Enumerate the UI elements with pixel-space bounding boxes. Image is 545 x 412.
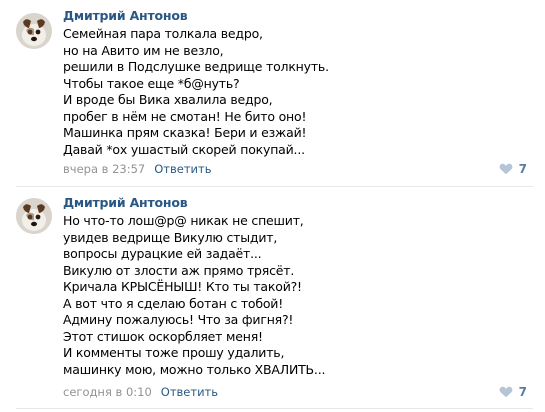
comment-line: машинку мою, можно только ХВАЛИТЬ... bbox=[63, 361, 326, 377]
comment-line: пробег в нём не смотан! Не бито оно! bbox=[63, 108, 307, 124]
avatar-dog-icon bbox=[16, 13, 52, 49]
comment-author[interactable]: Дмитрий Антонов bbox=[63, 195, 188, 210]
comment-line: но на Авито им не везло, bbox=[63, 42, 224, 58]
comment-text: Но что-то лош@р@ никак не спешит, увидев… bbox=[63, 213, 325, 378]
reply-button[interactable]: Ответить bbox=[154, 162, 211, 176]
comment-line: И комменты тоже прошу удалить, bbox=[63, 345, 285, 360]
heart-icon bbox=[499, 163, 513, 175]
comment-line: Машинка прям сказка! Бери и езжай! bbox=[63, 125, 307, 140]
like-button[interactable]: 7 bbox=[499, 385, 527, 399]
comment-line: вопросы дурацкие ей задаёт... bbox=[63, 246, 262, 261]
comment-line: Викулю от злости аж прямо трясёт. bbox=[63, 262, 295, 278]
comment-line: Но что-то лош@р@ никак не спешит, bbox=[63, 213, 304, 228]
comment-line: Этот стишок оскорбляет меня! bbox=[63, 328, 263, 344]
comment-line: Семейная пара толкала ведро, bbox=[63, 26, 263, 41]
comment-line: И вроде бы Вика хвалила ведро, bbox=[63, 92, 273, 107]
comment-line: решили в Подслушке ведрище толкнуть. bbox=[63, 59, 329, 74]
reply-button[interactable]: Ответить bbox=[161, 385, 218, 399]
comment-line: Админу пожалуюсь! Что за фигня?! bbox=[63, 312, 294, 327]
heart-icon bbox=[499, 386, 513, 398]
like-count: 7 bbox=[518, 385, 527, 399]
comment-timestamp[interactable]: сегодня в 0:10 bbox=[63, 385, 152, 399]
comment-meta: вчера в 23:57 Ответить bbox=[63, 162, 212, 176]
comment-1: Дмитрий Антонов Семейная пара толкала ве… bbox=[0, 0, 545, 186]
comment-line: Чтобы такое еще *б@нуть? bbox=[63, 75, 240, 91]
like-button[interactable]: 7 bbox=[499, 162, 527, 176]
comment-2: Дмитрий Антонов Но что-то лош@р@ никак н… bbox=[0, 186, 545, 412]
comment-line: А вот что я сделаю ботан с тобой! bbox=[63, 295, 284, 311]
comment-divider bbox=[16, 408, 533, 409]
like-count: 7 bbox=[518, 162, 527, 176]
avatar-dog-icon bbox=[16, 198, 52, 234]
comment-meta: сегодня в 0:10 Ответить bbox=[63, 385, 218, 399]
comment-author[interactable]: Дмитрий Антонов bbox=[63, 8, 188, 23]
comment-timestamp[interactable]: вчера в 23:57 bbox=[63, 162, 145, 176]
comment-line: Давай *ох ушастый скорей покупай... bbox=[63, 141, 305, 157]
comment-line: Кричала КРЫСЁНЫШ! Кто ты такой?! bbox=[63, 279, 302, 294]
avatar[interactable] bbox=[16, 198, 52, 234]
avatar[interactable] bbox=[16, 13, 52, 49]
comment-line: увидев ведрище Викулю стыдит, bbox=[63, 229, 278, 245]
comment-text: Семейная пара толкала ведро, но на Авито… bbox=[63, 26, 329, 158]
